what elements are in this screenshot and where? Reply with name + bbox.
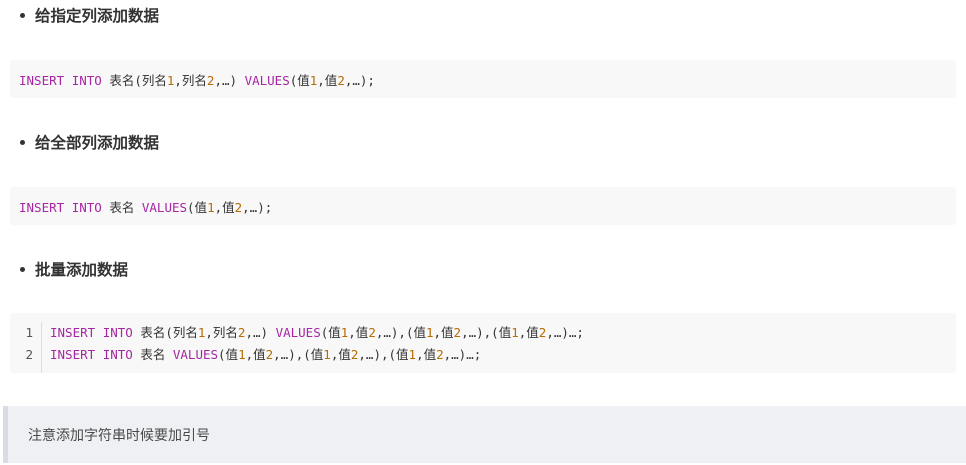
code-keyword: INSERT: [50, 347, 96, 362]
code-text: ,…);: [344, 72, 375, 88]
code-text: ,值: [518, 325, 539, 340]
code-keyword: INTO: [71, 199, 102, 215]
code-lines: INSERT INTO 表名(列名1,列名2,…) VALUES(值1,值2,……: [42, 322, 584, 373]
code-text: (值: [218, 347, 239, 362]
code-number: 2: [337, 72, 345, 88]
code-block-insert-specified: INSERT INTO 表名(列名1,列名2,…) VALUES(值1,值2,……: [10, 60, 956, 98]
code-keyword: INSERT: [50, 325, 96, 340]
code-text: ,值: [416, 347, 437, 362]
code-number: 1: [511, 325, 519, 340]
code-text: 表名: [140, 347, 166, 362]
section-heading-text: 给全部列添加数据: [35, 134, 160, 152]
code-text: ,列名: [174, 72, 207, 88]
code-keyword: INTO: [102, 347, 133, 362]
code-text: (值: [187, 199, 208, 215]
line-number: 2: [25, 347, 33, 362]
code-number: 2: [436, 347, 444, 362]
code-block-insert-batch: 1 2 INSERT INTO 表名(列名1,列名2,…) VALUES(值1,…: [10, 313, 956, 373]
code-text: (值: [289, 72, 310, 88]
code-number: 2: [453, 325, 462, 340]
bullet-icon: [20, 266, 25, 272]
code-number: 2: [368, 325, 376, 340]
bullet-icon: [20, 12, 25, 18]
code-number: 1: [323, 347, 331, 362]
code-text: ,…);: [242, 199, 273, 215]
code-keyword: INTO: [71, 72, 102, 88]
code-number: 1: [238, 347, 246, 362]
code-keyword: VALUES: [172, 347, 219, 362]
code-keyword: VALUES: [275, 325, 321, 340]
code-block-insert-all: INSERT INTO 表名 VALUES(值1,值2,…);: [10, 187, 956, 225]
code-keyword: INSERT: [19, 72, 65, 88]
code-number: 1: [425, 325, 434, 340]
code-keyword: INTO: [102, 325, 133, 340]
code-text: ,…): [214, 72, 238, 88]
code-text: ,值: [245, 347, 266, 362]
code-text: ,值: [214, 199, 235, 215]
section-heading-text: 批量添加数据: [35, 261, 129, 279]
code-keyword: INSERT: [19, 199, 65, 215]
code-text: ,…),(值: [461, 325, 512, 340]
code-line: INSERT INTO 表名(列名1,列名2,…) VALUES(值1,值2,……: [19, 70, 375, 89]
section-heading-text: 给指定列添加数据: [35, 7, 160, 25]
section-heading-batch: 批量添加数据: [18, 258, 128, 280]
code-text: ,…),(值: [375, 325, 426, 340]
code-text: ,值: [348, 325, 369, 340]
code-keyword: VALUES: [141, 199, 188, 215]
code-text: ,…): [245, 325, 269, 340]
code-text: ,列名: [205, 325, 238, 340]
code-text: 表名(列名: [140, 325, 198, 340]
code-line: INSERT INTO 表名 VALUES(值1,值2,…);: [19, 197, 272, 216]
code-text: ,…)…;: [546, 325, 584, 340]
code-text: ,值: [433, 325, 454, 340]
code-text: (值: [320, 325, 341, 340]
line-number-gutter: 1 2: [10, 322, 42, 373]
bullet-icon: [20, 139, 25, 145]
code-text: ,值: [317, 72, 338, 88]
code-keyword: VALUES: [244, 72, 290, 88]
code-text: ,…)…;: [443, 347, 482, 362]
code-number: 1: [207, 199, 215, 215]
code-number: 1: [408, 347, 417, 362]
code-text: ,…),(值: [273, 347, 324, 362]
note-blockquote: 注意添加字符串时候要加引号: [3, 406, 966, 463]
code-text: 表名(列名: [109, 72, 167, 88]
line-number: 1: [25, 325, 33, 340]
code-line: INSERT INTO 表名 VALUES(值1,值2,…),(值1,值2,…)…: [50, 344, 584, 366]
code-text: 表名: [109, 199, 135, 215]
section-heading-all-columns: 给全部列添加数据: [18, 131, 159, 153]
code-text: ,值: [330, 347, 351, 362]
note-text: 注意添加字符串时候要加引号: [28, 427, 210, 444]
code-text: ,…),(值: [358, 347, 409, 362]
section-heading-specified-columns: 给指定列添加数据: [18, 4, 159, 26]
code-line: INSERT INTO 表名(列名1,列名2,…) VALUES(值1,值2,……: [50, 322, 584, 344]
